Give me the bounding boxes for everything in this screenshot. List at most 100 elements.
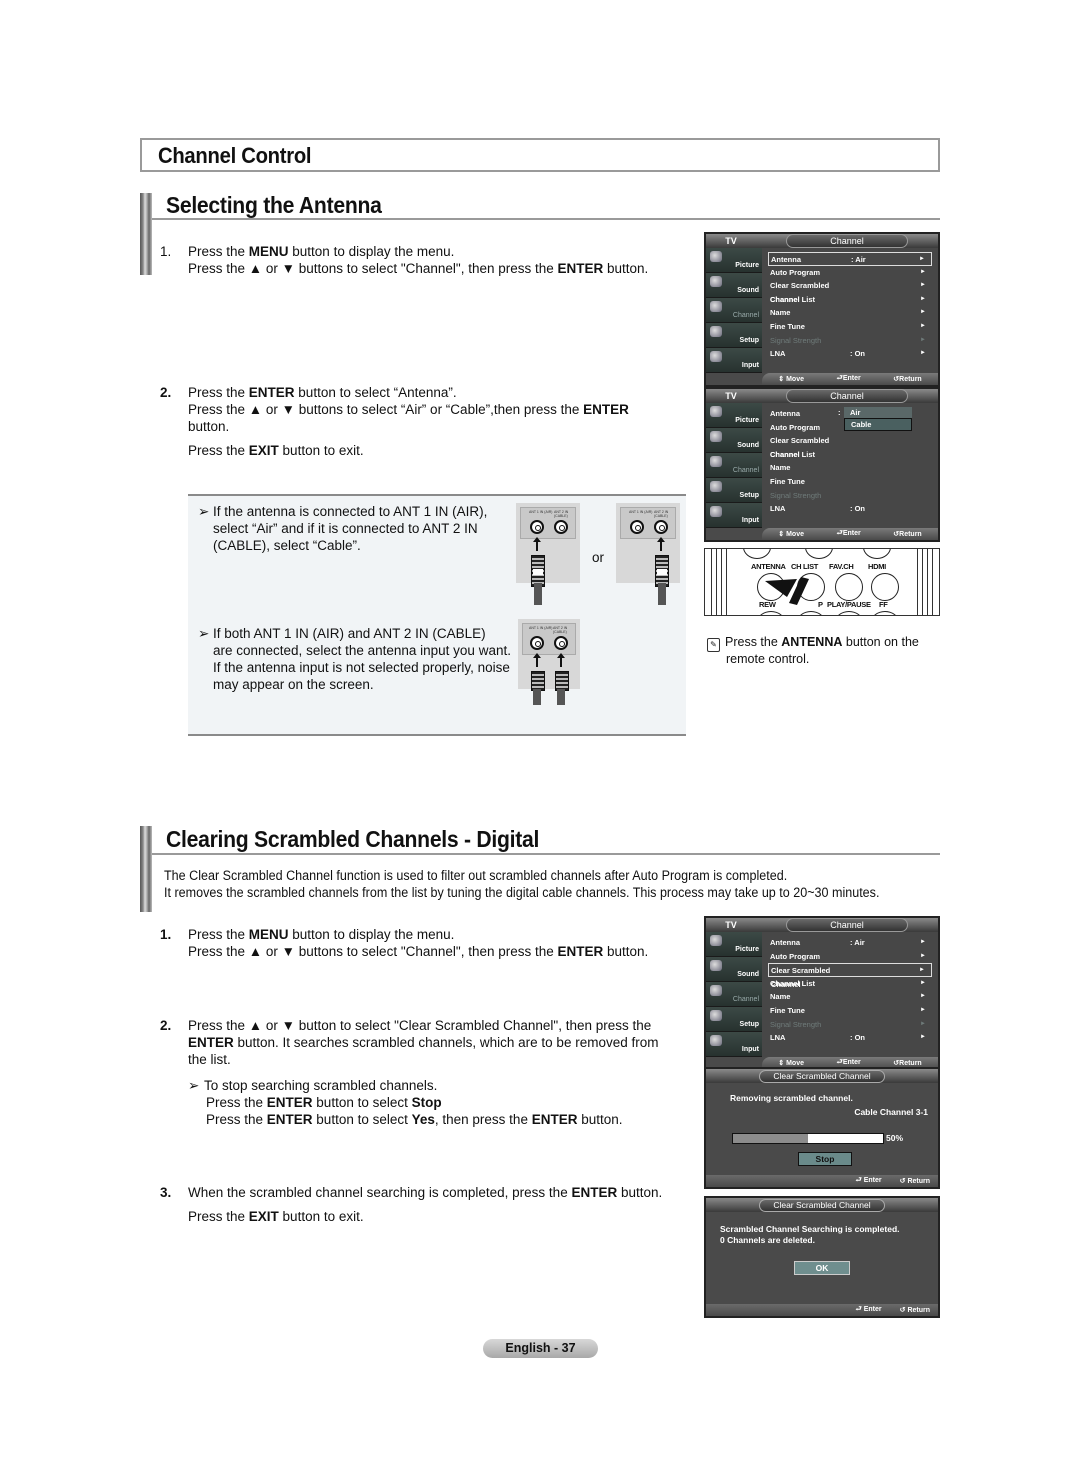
osd-sidebar-sound[interactable]: Sound bbox=[706, 273, 762, 298]
or-label: or bbox=[592, 550, 605, 565]
osd-menu-item[interactable]: Clear Scrambled Channel ► bbox=[768, 279, 932, 304]
antenna-dropdown[interactable]: : Air Cable bbox=[838, 407, 912, 431]
osd-item-value bbox=[850, 334, 898, 348]
osd-item-name: Channel List bbox=[770, 294, 816, 304]
dropdown-option-cable[interactable]: Cable bbox=[844, 418, 912, 431]
right-arrow-icon: ► bbox=[920, 939, 926, 945]
stop-button[interactable]: Stop bbox=[798, 1152, 852, 1166]
osd-menu-item[interactable]: Channel List bbox=[768, 448, 932, 462]
stop-note-line-3: Press the ENTER button to select Yes, th… bbox=[206, 1112, 623, 1127]
coax-cable-icon bbox=[534, 583, 542, 605]
return-hint: ↺ Return bbox=[899, 1307, 930, 1314]
osd-menu-item[interactable]: Name ► bbox=[768, 990, 932, 1004]
coax-cable-icon bbox=[533, 689, 541, 705]
osd-sidebar-channel[interactable]: Channel bbox=[706, 298, 762, 323]
ok-button[interactable]: OK bbox=[794, 1261, 850, 1275]
osd-item-name: Auto Program bbox=[770, 267, 821, 277]
enter-hint: ⮐ Enter bbox=[855, 1305, 882, 1313]
jack-ant2-icon bbox=[554, 636, 568, 650]
osd-menu-item[interactable]: Signal Strength ► bbox=[768, 334, 932, 348]
osd-menu-item[interactable]: Name bbox=[768, 461, 932, 475]
step-2-line-3: button. bbox=[188, 419, 230, 434]
jack-label-ant1: ANT 1 IN (AIR) bbox=[629, 510, 653, 514]
osd-menu-item[interactable]: Signal Strength ► bbox=[768, 1018, 932, 1032]
osd-item-value bbox=[850, 293, 898, 307]
osd-item-name: Name bbox=[770, 463, 791, 473]
osd-menu-item[interactable]: Fine Tune bbox=[768, 475, 932, 489]
osd-sidebar-picture[interactable]: Picture bbox=[706, 248, 762, 273]
osd-sidebar-label: Sound bbox=[737, 287, 759, 294]
antenna-connection-figure-air: ANT 1 IN (AIR) ANT 2 IN (CABLE) bbox=[516, 503, 580, 605]
right-arrow-icon: ► bbox=[920, 268, 926, 275]
setup-icon bbox=[710, 481, 722, 492]
osd-sidebar-label: Input bbox=[741, 362, 759, 369]
osd-menu-item[interactable]: Fine Tune ► bbox=[768, 1004, 932, 1018]
remote-favch-button[interactable] bbox=[835, 573, 863, 601]
osd-sidebar-label: Setup bbox=[739, 1021, 759, 1028]
section-title-clearing: Clearing Scrambled Channels - Digital bbox=[166, 826, 540, 852]
osd-sidebar-input[interactable]: Input bbox=[706, 348, 762, 373]
move-hint: ⇕ Move bbox=[778, 376, 804, 383]
osd-menu-item[interactable]: LNA: On bbox=[768, 502, 932, 516]
osd-menu-item[interactable]: Clear Scrambled Channel bbox=[768, 434, 932, 459]
move-hint: ⇕ Move bbox=[778, 1060, 804, 1067]
enter-hint: ⮐Enter bbox=[836, 374, 861, 382]
s2-step-3-number: 3. bbox=[160, 1185, 172, 1200]
arrow-up-icon bbox=[557, 653, 565, 667]
remote-hdmi-label: HDMI bbox=[868, 562, 886, 571]
osd-sidebar-setup[interactable]: Setup bbox=[706, 1007, 762, 1032]
arrow-up-icon bbox=[533, 653, 541, 667]
osd-sidebar-picture[interactable]: Picture bbox=[706, 932, 762, 957]
osd-menu-item[interactable]: Channel List ► bbox=[768, 977, 932, 991]
osd-item-name: Fine Tune bbox=[770, 1005, 805, 1015]
jack-label-ant2: ANT 2 IN (CABLE) bbox=[654, 510, 669, 518]
osd-item-value bbox=[850, 461, 898, 475]
osd-sidebar-sound[interactable]: Sound bbox=[706, 428, 762, 453]
osd-menu-item[interactable]: LNA: On ► bbox=[768, 1031, 932, 1045]
remote-hdmi-button[interactable] bbox=[871, 573, 899, 601]
osd-tv-label: TV bbox=[725, 920, 737, 930]
dropdown-separator: : bbox=[838, 408, 841, 417]
osd-sidebar-input[interactable]: Input bbox=[706, 1032, 762, 1057]
s2-step-1-line-2: Press the ▲ or ▼ buttons to select "Chan… bbox=[188, 944, 649, 959]
osd-sidebar-setup[interactable]: Setup bbox=[706, 478, 762, 503]
osd-sidebar-picture[interactable]: Picture bbox=[706, 403, 762, 428]
osd-menu-item[interactable]: Clear Scrambled Channel ► bbox=[768, 963, 932, 989]
osd-menu-item[interactable]: Fine Tune ► bbox=[768, 320, 932, 334]
remote-rew-label: REW bbox=[759, 600, 776, 609]
osd-item-name: Clear Scrambled Channel bbox=[770, 281, 830, 304]
osd-item-name: Fine Tune bbox=[770, 476, 805, 486]
osd-sidebar-input[interactable]: Input bbox=[706, 503, 762, 528]
return-hint: ↺Return bbox=[893, 376, 922, 383]
right-arrow-icon: ► bbox=[920, 282, 926, 289]
osd-menu-item[interactable]: Signal Strength bbox=[768, 489, 932, 503]
dialog-clear-scrambled-progress: Clear Scrambled Channel Removing scrambl… bbox=[704, 1067, 940, 1189]
right-arrow-icon: ► bbox=[920, 336, 926, 343]
osd-item-value bbox=[851, 964, 899, 976]
osd-menu-item[interactable]: Name ► bbox=[768, 306, 932, 320]
s2-exit: Press the EXIT button to exit. bbox=[188, 1209, 364, 1224]
osd-item-value bbox=[850, 489, 898, 503]
osd-sidebar-channel[interactable]: Channel bbox=[706, 982, 762, 1007]
return-hint: ↺Return bbox=[893, 531, 922, 538]
osd-menu-item[interactable]: LNA: On ► bbox=[768, 347, 932, 361]
osd-sidebar-label: Setup bbox=[739, 337, 759, 344]
osd-menu-item[interactable]: Antenna: Air ► bbox=[768, 936, 932, 950]
osd-sidebar-label: Sound bbox=[737, 442, 759, 449]
dialog-title: Clear Scrambled Channel bbox=[759, 1069, 885, 1083]
osd-menu-item[interactable]: Auto Program ► bbox=[768, 950, 932, 964]
osd-item-name: LNA bbox=[770, 1033, 786, 1043]
step-1-line-1: Press the MENU button to display the men… bbox=[188, 244, 455, 259]
section-bar bbox=[140, 826, 152, 912]
step-2-number: 2. bbox=[160, 385, 172, 400]
s2-step-1-number: 1. bbox=[160, 927, 172, 942]
osd-sidebar-channel[interactable]: Channel bbox=[706, 453, 762, 478]
osd-menu-item[interactable]: Auto Program ► bbox=[768, 266, 932, 280]
osd-menu-item[interactable]: Antenna: Air ► bbox=[768, 252, 932, 266]
osd-menu-item[interactable]: Channel List ► bbox=[768, 293, 932, 307]
osd-sidebar-setup[interactable]: Setup bbox=[706, 323, 762, 348]
dropdown-option-air[interactable]: Air bbox=[844, 407, 912, 418]
updown-icon: ⇕ bbox=[778, 376, 785, 383]
osd-channel-menu-clear-scrambled: TV Channel Picture Sound Channel Setup Input An… bbox=[704, 916, 940, 1071]
osd-sidebar-sound[interactable]: Sound bbox=[706, 957, 762, 982]
